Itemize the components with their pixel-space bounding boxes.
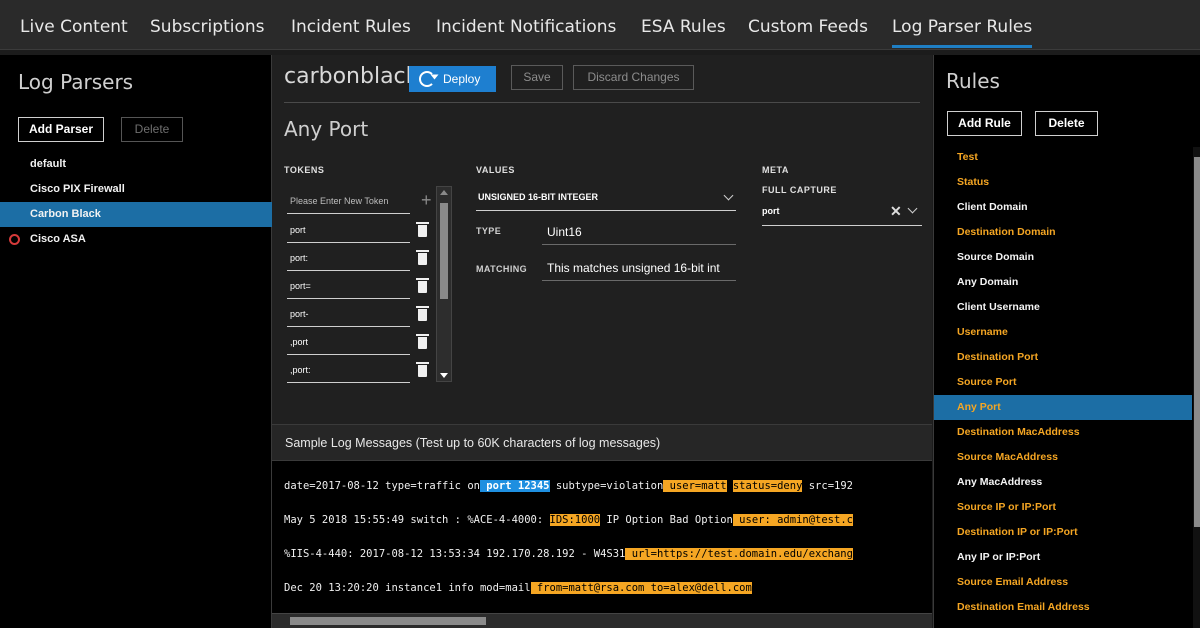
chevron-down-icon[interactable]: [907, 203, 918, 214]
rule-title: Any Port: [284, 117, 369, 141]
scroll-down-icon[interactable]: [440, 373, 448, 378]
rule-item[interactable]: Any Domain: [934, 270, 1192, 295]
rule-item[interactable]: Source Email Address: [934, 570, 1192, 595]
error-icon: [9, 234, 20, 245]
tokens-heading: TOKENS: [284, 165, 325, 175]
token-item[interactable]: ,port:: [287, 357, 410, 383]
rule-item[interactable]: Source IP or IP:Port: [934, 495, 1192, 520]
trash-icon[interactable]: [416, 222, 429, 237]
log-line: Dec 20 13:20:20 instance1 info mod=mail …: [284, 582, 752, 594]
tab-incident-notifications[interactable]: Incident Notifications: [436, 0, 616, 50]
tab-log-parser-rules[interactable]: Log Parser Rules: [892, 0, 1033, 50]
full-capture-select[interactable]: port ✕: [762, 198, 922, 226]
save-button[interactable]: Save: [511, 65, 563, 90]
deploy-button[interactable]: Deploy: [409, 66, 496, 92]
parser-item-label: Cisco ASA: [30, 233, 86, 245]
matching-label: MATCHING: [476, 264, 528, 274]
token-item[interactable]: port:: [287, 245, 410, 271]
parser-item-default[interactable]: default: [0, 152, 272, 177]
rule-item[interactable]: Destination Port: [934, 345, 1192, 370]
token-item[interactable]: port: [287, 217, 410, 243]
divider: [284, 102, 920, 103]
log-line: date=2017-08-12 type=traffic on port 123…: [284, 480, 853, 492]
discard-changes-button[interactable]: Discard Changes: [573, 65, 694, 90]
parser-name: carbonblack: [284, 64, 419, 89]
rule-item[interactable]: Client Domain: [934, 195, 1192, 220]
add-parser-button[interactable]: Add Parser: [18, 117, 104, 142]
rule-item[interactable]: Any MacAddress: [934, 470, 1192, 495]
rule-item[interactable]: Destination Email Address: [934, 595, 1192, 620]
top-navigation: Live Content Subscriptions Incident Rule…: [0, 0, 1200, 50]
rule-item-selected[interactable]: Any Port: [934, 395, 1192, 420]
rules-title: Rules: [946, 69, 1000, 93]
parser-item-cisco-asa[interactable]: Cisco ASA: [0, 227, 272, 252]
values-heading: VALUES: [476, 165, 515, 175]
trash-icon[interactable]: [416, 334, 429, 349]
rule-item[interactable]: Client Username: [934, 295, 1192, 320]
tab-live-content[interactable]: Live Content: [20, 0, 128, 50]
scrollbar-thumb[interactable]: [1194, 157, 1200, 527]
add-rule-button[interactable]: Add Rule: [947, 111, 1022, 136]
rule-editor-panel: carbonblack Deploy Save Discard Changes …: [272, 55, 932, 628]
sample-log-heading: Sample Log Messages (Test up to 60K char…: [272, 424, 932, 461]
delete-parser-button[interactable]: Delete: [121, 117, 183, 142]
log-line: %IIS-4-440: 2017-08-12 13:53:34 192.170.…: [284, 548, 853, 560]
new-token-input[interactable]: Please Enter New Token: [287, 188, 410, 214]
value-type-select[interactable]: UNSIGNED 16-BIT INTEGER: [476, 185, 736, 211]
matching-value: This matches unsigned 16-bit int: [542, 255, 736, 281]
full-capture-value: port: [762, 206, 780, 216]
rule-item[interactable]: Destination IP or IP:Port: [934, 520, 1192, 545]
rule-item[interactable]: Status: [934, 170, 1192, 195]
scrollbar-thumb[interactable]: [440, 203, 448, 299]
refresh-icon: [419, 71, 435, 87]
trash-icon[interactable]: [416, 278, 429, 293]
rule-item[interactable]: Destination Domain: [934, 220, 1192, 245]
parser-item-cisco-pix[interactable]: Cisco PIX Firewall: [0, 177, 272, 202]
rule-item[interactable]: Test: [934, 145, 1192, 170]
trash-icon[interactable]: [416, 362, 429, 377]
tab-subscriptions[interactable]: Subscriptions: [150, 0, 264, 50]
deploy-label: Deploy: [443, 72, 481, 86]
log-line: May 5 2018 15:55:49 switch : %ACE-4-4000…: [284, 514, 853, 526]
rule-item[interactable]: Username: [934, 320, 1192, 345]
tab-esa-rules[interactable]: ESA Rules: [641, 0, 726, 50]
tab-custom-feeds[interactable]: Custom Feeds: [748, 0, 868, 50]
full-capture-label: FULL CAPTURE: [762, 185, 837, 195]
token-item[interactable]: port=: [287, 273, 410, 299]
rules-scrollbar[interactable]: [1193, 147, 1200, 628]
log-parsers-title: Log Parsers: [18, 70, 134, 94]
type-label: TYPE: [476, 226, 502, 236]
value-type-label: UNSIGNED 16-BIT INTEGER: [478, 192, 599, 202]
trash-icon[interactable]: [416, 306, 429, 321]
tab-incident-rules[interactable]: Incident Rules: [291, 0, 411, 50]
token-item[interactable]: ,port: [287, 329, 410, 355]
scrollbar-thumb[interactable]: [290, 617, 486, 625]
rule-item[interactable]: Destination MacAddress: [934, 420, 1192, 445]
add-token-icon[interactable]: +: [421, 191, 432, 209]
token-item[interactable]: port-: [287, 301, 410, 327]
rule-item[interactable]: Source Domain: [934, 245, 1192, 270]
type-value: Uint16: [542, 219, 736, 245]
rules-panel: Rules Add Rule Delete Test Status Client…: [933, 55, 1200, 628]
parser-item-carbon-black[interactable]: Carbon Black: [0, 202, 272, 227]
tokens-scrollbar[interactable]: [436, 186, 452, 382]
delete-rule-button[interactable]: Delete: [1035, 111, 1098, 136]
clear-icon[interactable]: ✕: [890, 198, 902, 224]
sample-log-textarea[interactable]: date=2017-08-12 type=traffic on port 123…: [272, 461, 932, 619]
sample-horizontal-scrollbar[interactable]: [272, 613, 932, 628]
log-parsers-panel: Log Parsers Add Parser Delete default Ci…: [0, 55, 272, 628]
trash-icon[interactable]: [416, 250, 429, 265]
chevron-down-icon: [723, 190, 734, 201]
rule-item[interactable]: Source Port: [934, 370, 1192, 395]
rule-item[interactable]: Any IP or IP:Port: [934, 545, 1192, 570]
rule-item[interactable]: Source MacAddress: [934, 445, 1192, 470]
scroll-up-icon[interactable]: [440, 190, 448, 195]
meta-heading: META: [762, 165, 789, 175]
